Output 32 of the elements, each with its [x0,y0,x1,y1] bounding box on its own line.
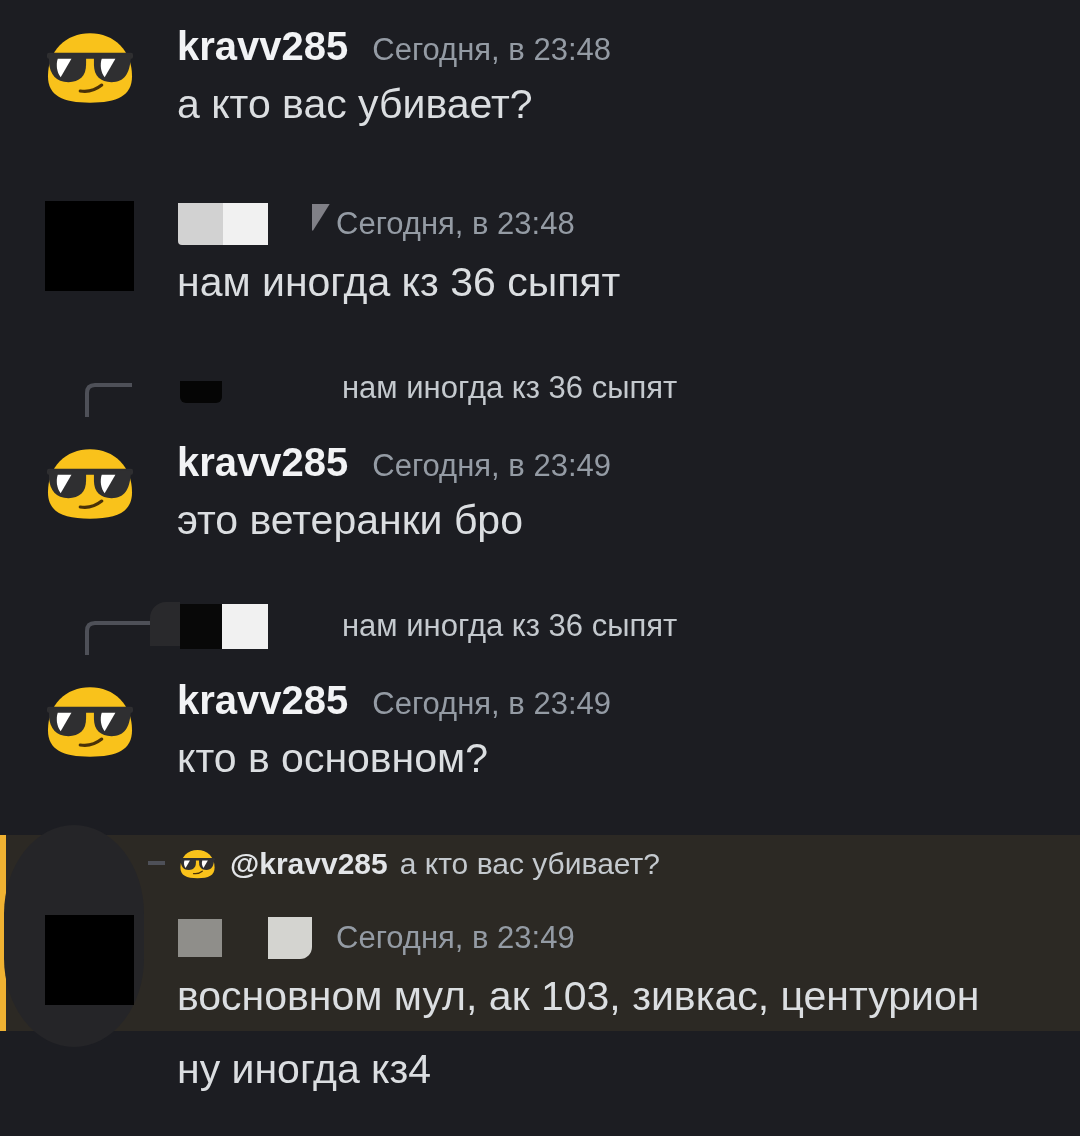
redaction-block [223,203,268,245]
sunglasses-face-icon[interactable] [47,31,133,104]
timestamp: Сегодня, в 23:49 [372,447,611,485]
sunglasses-face-icon[interactable] [180,849,215,879]
reply-preview[interactable]: а кто вас убивает? [399,847,660,881]
username[interactable]: kravv285 [177,671,349,729]
reply-username[interactable]: @kravv285 [230,847,388,881]
redaction-block [180,603,222,649]
message-text: а кто вас убивает? [177,80,533,129]
redaction-block [178,919,222,957]
message-text: восновном мул, ак 103, зивкас, центурион [177,972,980,1021]
message-text: ну иногда кз4 [177,1045,432,1094]
timestamp: Сегодня, в 23:49 [336,919,575,957]
timestamp: Сегодня, в 23:48 [336,205,575,243]
reply-preview[interactable]: нам иногда кз 36 сыпят [342,370,678,406]
username[interactable]: kravv285 [177,17,349,75]
timestamp: Сегодня, в 23:49 [372,685,611,723]
timestamp: Сегодня, в 23:48 [372,31,611,69]
reply-preview[interactable]: нам иногда кз 36 сыпят [342,608,678,644]
message-text: нам иногда кз 36 сыпят [177,258,621,307]
message-text: это ветеранки бро [177,496,523,545]
reply-connector [85,383,132,417]
redaction-block [178,203,223,245]
username[interactable]: kravv285 [177,433,349,491]
message-text: кто в основном? [177,734,489,783]
redaction-block [150,602,180,646]
redaction-block [268,917,312,959]
sunglasses-face-icon[interactable] [47,447,133,520]
sunglasses-face-icon[interactable] [47,685,133,758]
redaction-block [180,381,222,403]
reply-connector [148,861,165,865]
redaction-block [222,603,268,649]
